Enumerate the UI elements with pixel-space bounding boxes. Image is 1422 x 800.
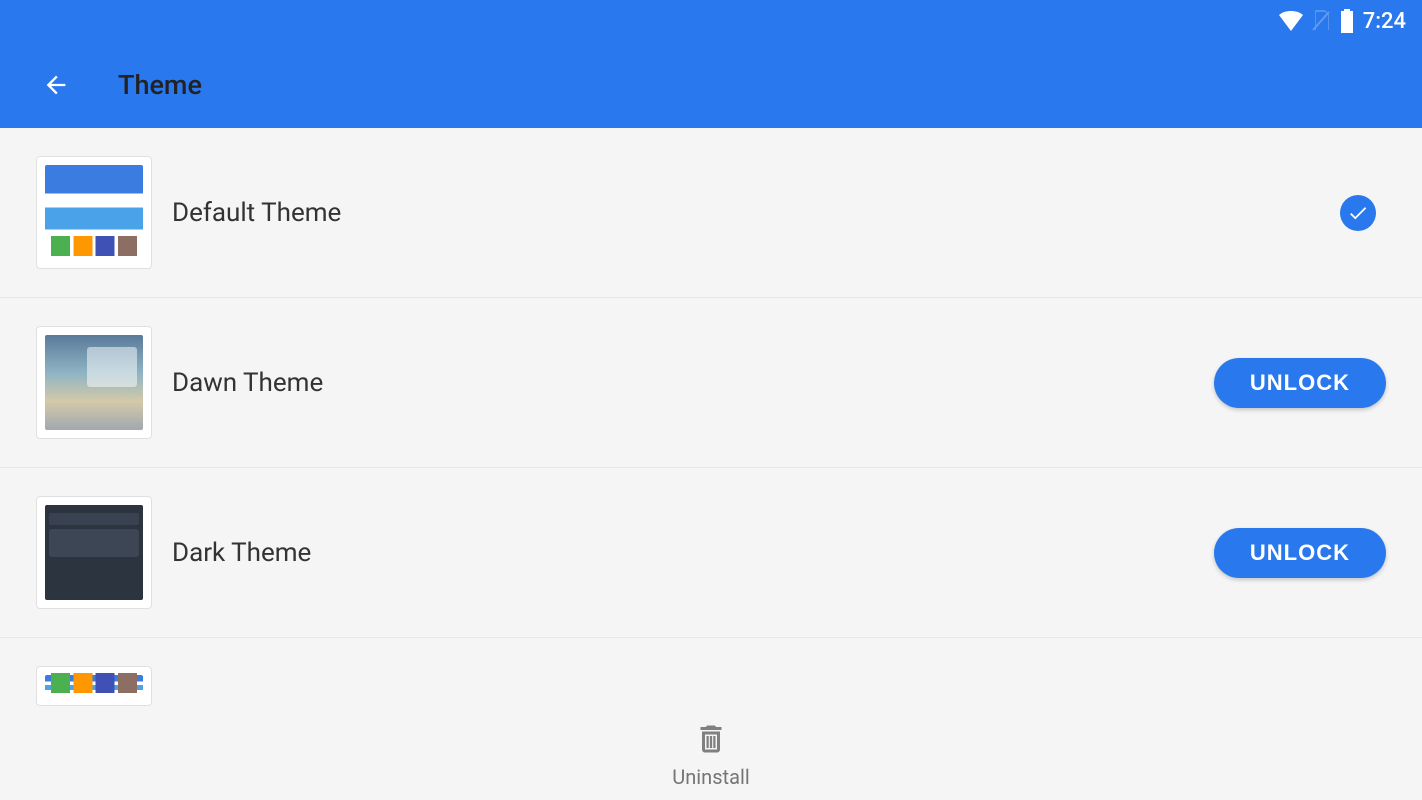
theme-row-dark[interactable]: Dark Theme UNLOCK (0, 468, 1422, 638)
checkmark-icon (1347, 202, 1369, 224)
unlock-button-dawn[interactable]: UNLOCK (1214, 358, 1386, 408)
uninstall-button[interactable] (693, 721, 729, 761)
selected-check-icon (1340, 195, 1376, 231)
theme-row-dawn[interactable]: Dawn Theme UNLOCK (0, 298, 1422, 468)
theme-thumbnail-default (36, 156, 152, 269)
theme-thumbnail-dawn (36, 326, 152, 439)
arrow-back-icon (42, 71, 70, 99)
page-title: Theme (118, 69, 202, 101)
status-bar: 7:24 (0, 0, 1422, 42)
theme-thumbnail-dark (36, 496, 152, 609)
theme-name-label: Default Theme (172, 198, 1340, 228)
app-bar: Theme (0, 42, 1422, 128)
theme-list: Default Theme Dawn Theme UNLOCK Dark The… (0, 128, 1422, 706)
uninstall-label: Uninstall (672, 765, 749, 789)
back-button[interactable] (32, 61, 80, 109)
wifi-icon (1279, 11, 1303, 31)
unlock-button-dark[interactable]: UNLOCK (1214, 528, 1386, 578)
battery-icon (1339, 9, 1355, 33)
theme-thumbnail-partial (36, 666, 152, 706)
trash-icon (693, 721, 729, 757)
theme-row-partial[interactable] (0, 638, 1422, 706)
theme-row-default[interactable]: Default Theme (0, 128, 1422, 298)
status-time: 7:24 (1363, 9, 1406, 34)
no-sim-icon (1311, 10, 1331, 32)
theme-name-label: Dawn Theme (172, 368, 1214, 398)
bottom-bar: Uninstall (0, 710, 1422, 800)
theme-name-label: Dark Theme (172, 538, 1214, 568)
